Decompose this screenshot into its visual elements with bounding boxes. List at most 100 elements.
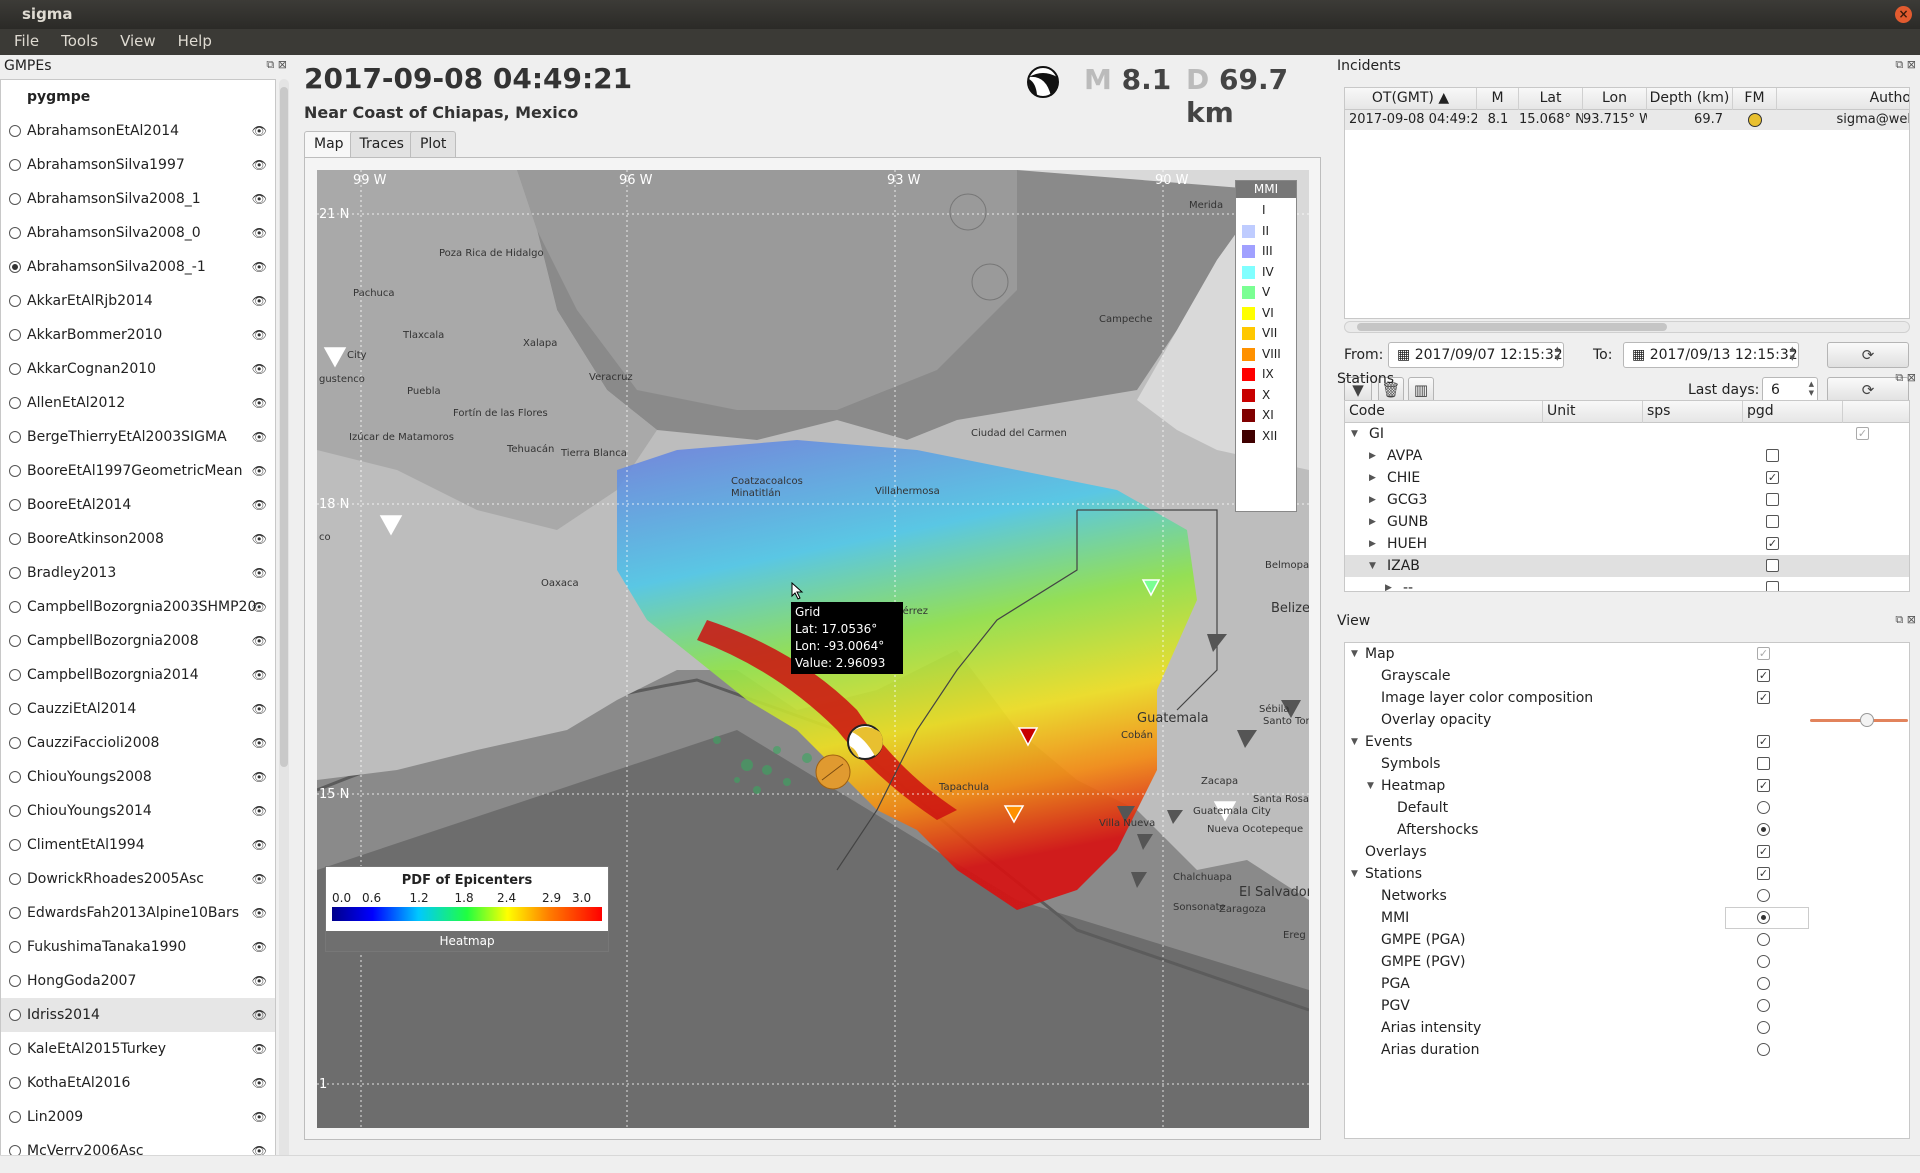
station-row[interactable]: ▼ IZAB <box>1345 555 1909 577</box>
eye-hidden-icon[interactable]: 👁 <box>252 216 267 250</box>
gmpe-radio[interactable] <box>9 975 21 987</box>
col-lon[interactable]: Lon <box>1583 88 1647 110</box>
gmpe-radio[interactable] <box>9 1111 21 1123</box>
eye-hidden-icon[interactable]: 👁 <box>252 964 267 998</box>
eye-hidden-icon[interactable]: 👁 <box>252 692 267 726</box>
eye-hidden-icon[interactable]: 👁 <box>252 1032 267 1066</box>
view-tree-row[interactable]: ▼ Events ✓ <box>1345 731 1909 753</box>
menu-tools[interactable]: Tools <box>47 29 106 50</box>
gmpe-item[interactable]: Lin2009 👁 <box>1 1100 275 1134</box>
gmpe-radio[interactable] <box>9 567 21 579</box>
tab-map[interactable]: Map <box>304 131 354 157</box>
gmpe-radio[interactable] <box>9 261 21 273</box>
expand-arrow-icon[interactable]: ▶ <box>1369 445 1376 467</box>
expand-arrow-icon[interactable]: ▶ <box>1369 511 1376 533</box>
view-tree-row[interactable]: Aftershocks <box>1345 819 1909 841</box>
dock-float-close-icons[interactable]: ⧉ ⊠ <box>266 58 287 72</box>
view-tree-row[interactable]: PGA <box>1345 973 1909 995</box>
col-depth[interactable]: Depth (km) <box>1647 88 1733 110</box>
gmpe-item[interactable]: DowrickRhoades2005Asc 👁 <box>1 862 275 896</box>
gmpe-item[interactable]: HongGoda2007 👁 <box>1 964 275 998</box>
view-tree-row[interactable]: ▼ Heatmap ✓ <box>1345 775 1909 797</box>
gmpe-radio[interactable] <box>9 737 21 749</box>
expand-arrow-icon[interactable]: ▼ <box>1351 863 1358 885</box>
eye-hidden-icon[interactable]: 👁 <box>252 862 267 896</box>
gmpe-item[interactable]: AbrahamsonSilva2008_0 👁 <box>1 216 275 250</box>
view-tree-row[interactable]: Default <box>1345 797 1909 819</box>
eye-hidden-icon[interactable]: 👁 <box>252 726 267 760</box>
view-option-radio[interactable] <box>1757 1021 1770 1034</box>
gmpe-item[interactable]: FukushimaTanaka1990 👁 <box>1 930 275 964</box>
dock-float-close-icons[interactable]: ⧉ ⊠ <box>1895 58 1916 72</box>
eye-hidden-icon[interactable]: 👁 <box>252 250 267 284</box>
gmpe-item[interactable]: AbrahamsonSilva2008_-1 👁 <box>1 250 275 284</box>
gmpe-item[interactable]: BooreEtAl2014 👁 <box>1 488 275 522</box>
spin-arrows-icon[interactable]: ▲ ▼ <box>1555 345 1560 363</box>
tab-plot[interactable]: Plot <box>409 131 457 157</box>
scrollbar-thumb[interactable] <box>1357 323 1667 331</box>
gmpe-item[interactable]: AkkarEtAlRjb2014 👁 <box>1 284 275 318</box>
gmpe-item[interactable]: CampbellBozorgnia2003SHMP20 👁 <box>1 590 275 624</box>
gmpe-item[interactable]: KothaEtAl2016 👁 <box>1 1066 275 1100</box>
col-m[interactable]: M <box>1477 88 1519 110</box>
gmpe-root[interactable]: pygmpe <box>1 80 275 114</box>
gmpe-item[interactable]: EdwardsFah2013Alpine10Bars 👁 <box>1 896 275 930</box>
expand-arrow-icon[interactable]: ▶ <box>1369 489 1376 511</box>
gmpe-scrollbar[interactable] <box>279 79 289 1173</box>
from-date-input[interactable]: ▦ 2017/09/07 12:15:32 ▲ ▼ <box>1388 342 1564 368</box>
gmpe-item[interactable]: CampbellBozorgnia2008 👁 <box>1 624 275 658</box>
incidents-hscrollbar[interactable] <box>1344 321 1910 333</box>
gmpe-item[interactable]: BergeThierryEtAl2003SIGMA 👁 <box>1 420 275 454</box>
gmpe-radio[interactable] <box>9 329 21 341</box>
view-option-checkbox[interactable]: ✓ <box>1757 669 1770 682</box>
station-checkbox[interactable] <box>1766 515 1779 528</box>
eye-hidden-icon[interactable]: 👁 <box>252 420 267 454</box>
view-option-checkbox[interactable]: ✓ <box>1757 691 1770 704</box>
gmpe-item[interactable]: CampbellBozorgnia2014 👁 <box>1 658 275 692</box>
expand-arrow-icon[interactable]: ▶ <box>1385 577 1392 591</box>
view-tree-row[interactable]: MMI <box>1345 907 1909 929</box>
eye-hidden-icon[interactable]: 👁 <box>252 828 267 862</box>
col-code[interactable]: Code <box>1345 401 1543 423</box>
gmpe-radio[interactable] <box>9 397 21 409</box>
eye-hidden-icon[interactable]: 👁 <box>252 182 267 216</box>
gmpe-radio[interactable] <box>9 1009 21 1021</box>
gmpe-radio[interactable] <box>9 431 21 443</box>
gmpe-item[interactable]: AbrahamsonSilva1997 👁 <box>1 148 275 182</box>
gmpe-item[interactable]: AbrahamsonEtAl2014 👁 <box>1 114 275 148</box>
eye-hidden-icon[interactable]: 👁 <box>252 930 267 964</box>
gmpe-radio[interactable] <box>9 465 21 477</box>
menu-file[interactable]: File <box>0 29 47 50</box>
gmpe-radio[interactable] <box>9 227 21 239</box>
gmpe-radio[interactable] <box>9 533 21 545</box>
eye-hidden-icon[interactable]: 👁 <box>252 522 267 556</box>
eye-hidden-icon[interactable]: 👁 <box>252 590 267 624</box>
view-tree-row[interactable]: GMPE (PGV) <box>1345 951 1909 973</box>
gmpe-radio[interactable] <box>9 601 21 613</box>
eye-hidden-icon[interactable]: 👁 <box>252 998 267 1032</box>
col-fm[interactable]: FM <box>1733 88 1777 110</box>
col-sps[interactable]: sps <box>1643 401 1743 423</box>
eye-hidden-icon[interactable]: 👁 <box>252 488 267 522</box>
station-checkbox[interactable] <box>1766 559 1779 572</box>
station-checkbox[interactable]: ✓ <box>1766 537 1779 550</box>
gmpe-radio[interactable] <box>9 1043 21 1055</box>
eye-hidden-icon[interactable]: 👁 <box>252 284 267 318</box>
view-option-radio[interactable] <box>1757 1043 1770 1056</box>
station-row[interactable]: ▶ CHIE ✓ <box>1345 467 1909 489</box>
gmpe-item[interactable]: AllenEtAl2012 👁 <box>1 386 275 420</box>
view-tree-row[interactable]: ▼ Stations ✓ <box>1345 863 1909 885</box>
view-option-checkbox[interactable]: ✓ <box>1757 647 1770 660</box>
eye-hidden-icon[interactable]: 👁 <box>252 352 267 386</box>
gmpe-item[interactable]: BooreEtAl1997GeometricMean 👁 <box>1 454 275 488</box>
dock-float-close-icons[interactable]: ⧉ ⊠ <box>1895 371 1916 385</box>
view-tree-row[interactable]: Networks <box>1345 885 1909 907</box>
close-window-icon[interactable]: × <box>1895 6 1912 23</box>
col-unit[interactable]: Unit <box>1543 401 1643 423</box>
overlay-opacity-slider[interactable] <box>1810 719 1908 722</box>
gmpe-item[interactable]: Idriss2014 👁 <box>1 998 275 1032</box>
view-option-radio[interactable] <box>1757 977 1770 990</box>
station-row[interactable]: ▶ AVPA <box>1345 445 1909 467</box>
station-checkbox[interactable]: ✓ <box>1766 471 1779 484</box>
network-checkbox[interactable]: ✓ <box>1856 427 1869 440</box>
